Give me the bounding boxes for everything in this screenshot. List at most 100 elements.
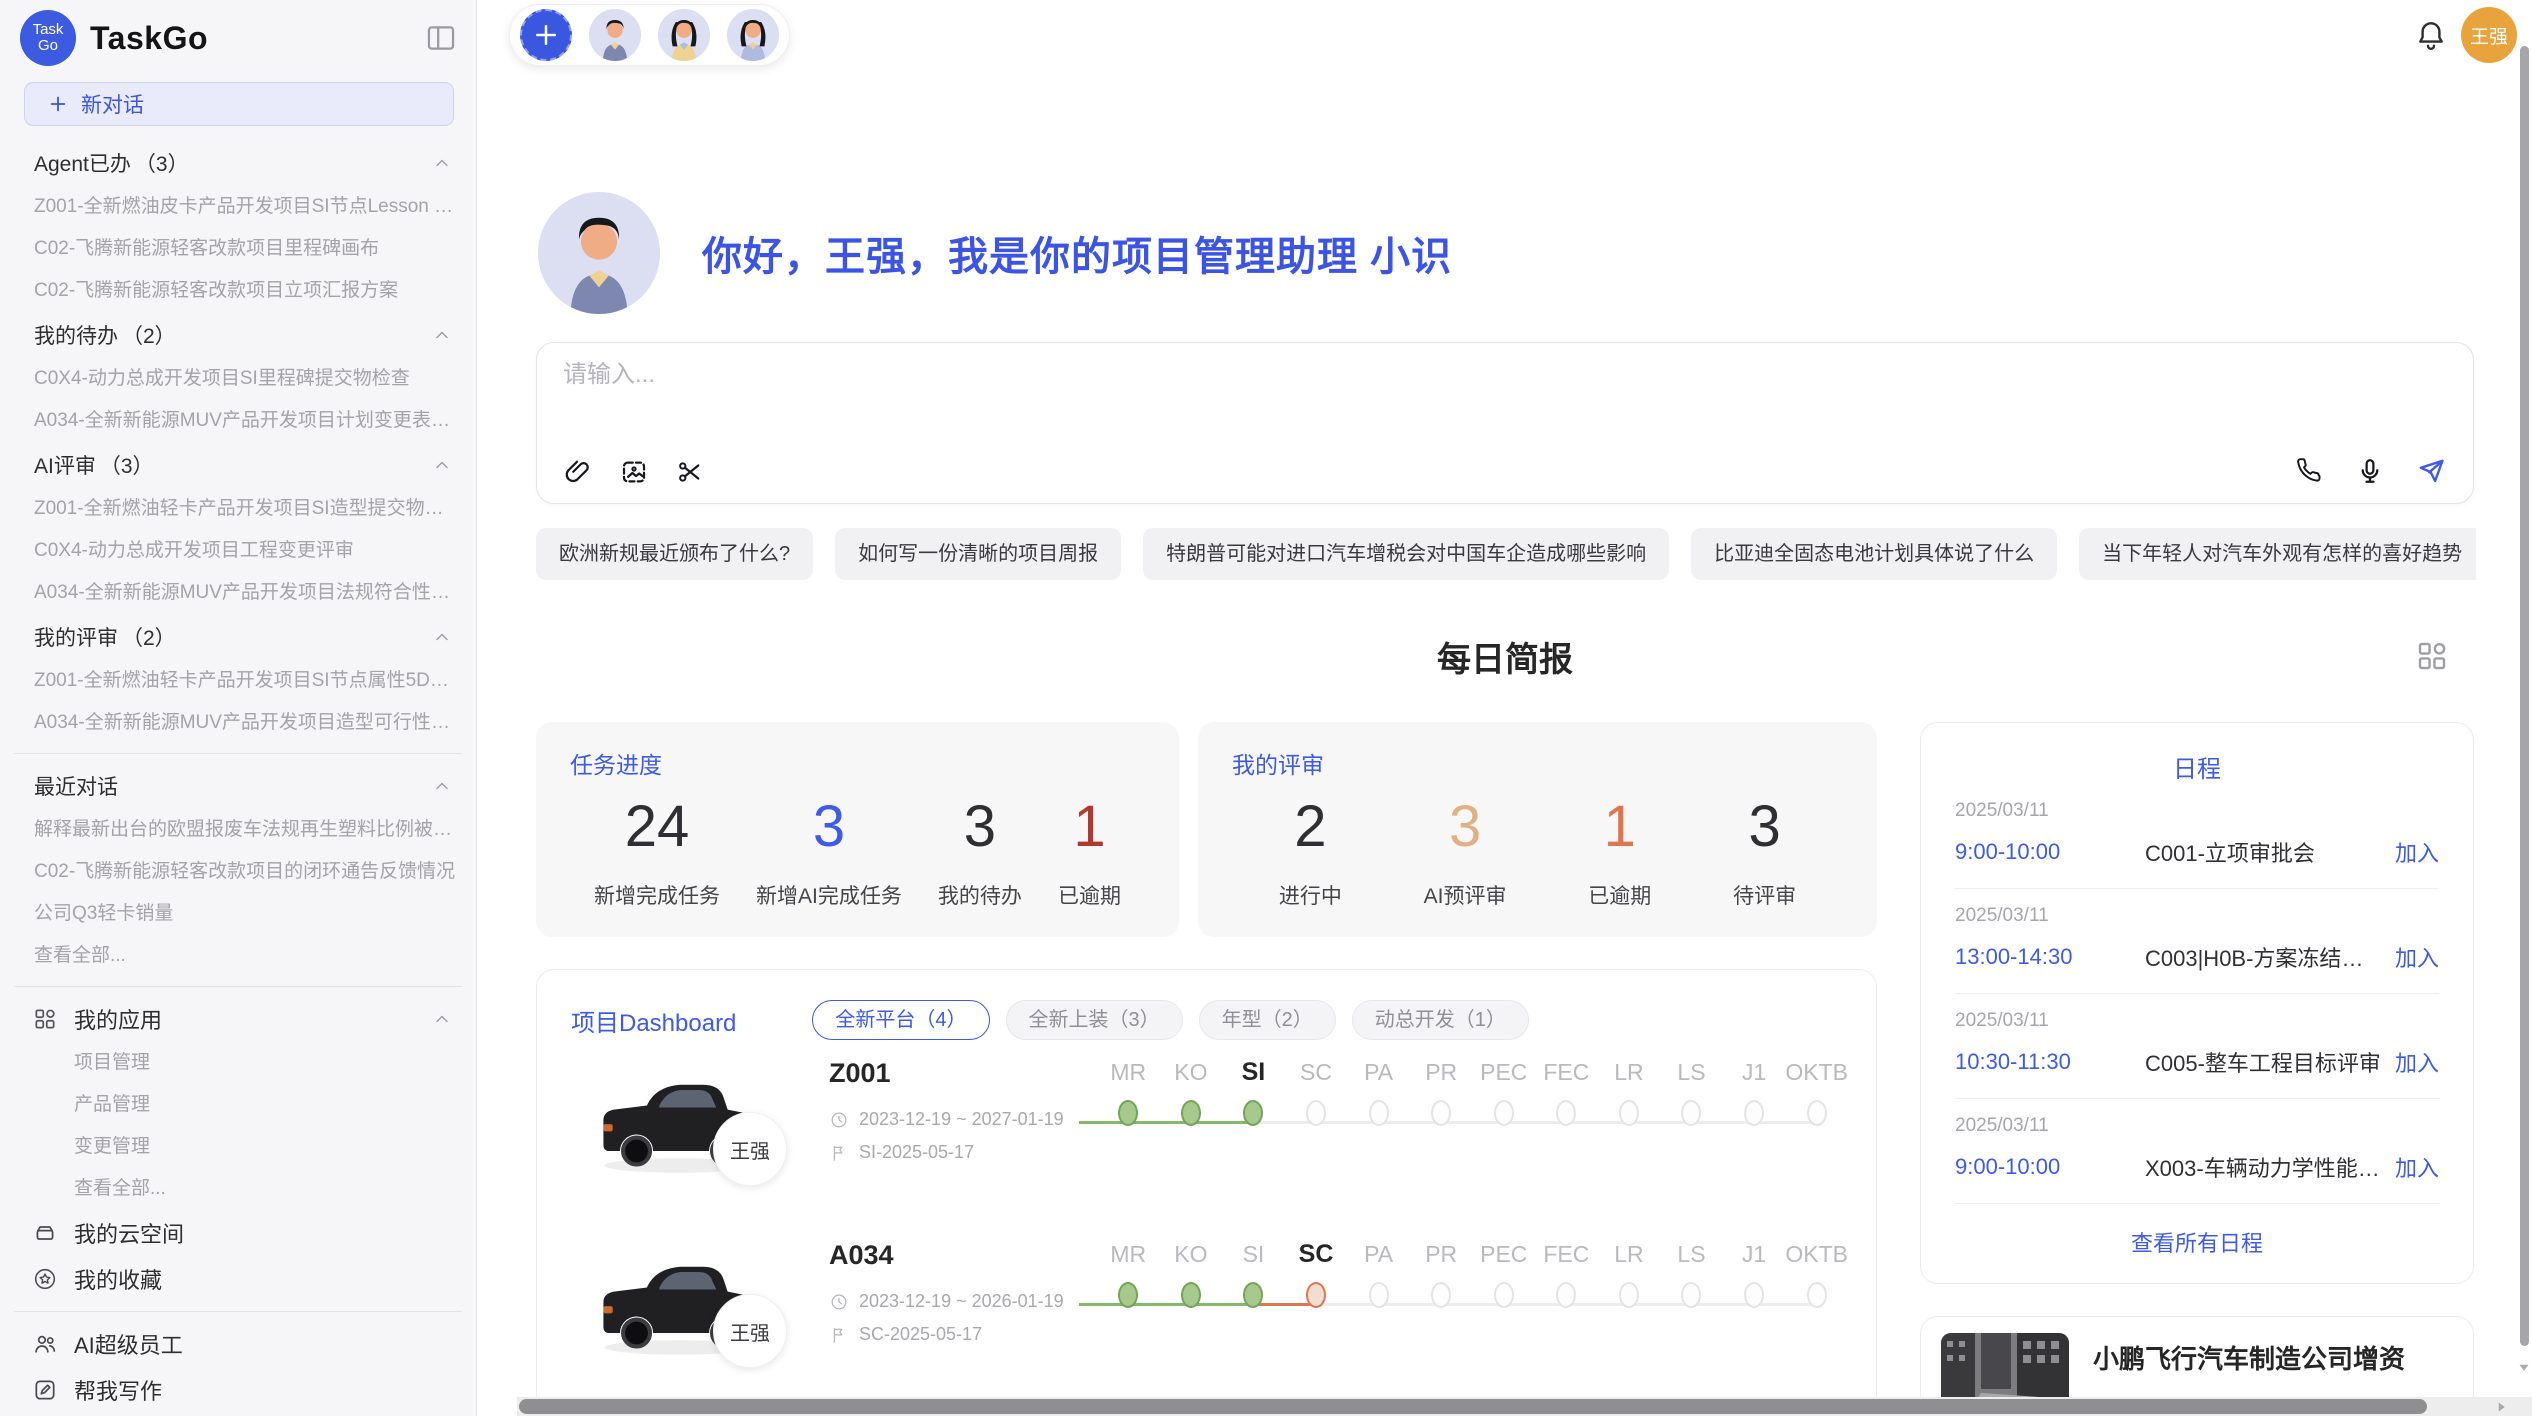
sidebar-sub-item[interactable]: 变更管理 bbox=[0, 1126, 476, 1168]
sidebar-item-tool-1[interactable]: 帮我写作 bbox=[0, 1367, 476, 1413]
milestone-track: MRKOSISCPAPRPECFECLRLSJ1OKTB bbox=[1097, 1234, 1848, 1406]
milestone-label: KO bbox=[1160, 1056, 1223, 1088]
sidebar-item[interactable]: C02-飞腾新能源轻客改款项目里程碑画布 bbox=[0, 228, 476, 270]
app-logo: Task Go bbox=[20, 10, 76, 66]
sidebar-item[interactable]: C0X4-动力总成开发项目SI里程碑提交物检查 bbox=[0, 358, 476, 400]
sidebar-item[interactable]: 解释最新出台的欧盟报废车法规再生塑料比例被调至15%... bbox=[0, 809, 476, 851]
chevron-up-icon bbox=[430, 774, 454, 798]
dashboard-tab-2[interactable]: 年型（2） bbox=[1199, 1000, 1336, 1040]
milestone-MR: MR bbox=[1097, 1238, 1160, 1406]
stat-value: 3 bbox=[1424, 796, 1507, 858]
sidebar-item-storage-1[interactable]: 我的收藏 bbox=[0, 1256, 476, 1302]
milestone-J1: J1 bbox=[1723, 1056, 1786, 1224]
sidebar-item[interactable]: A034-全新新能源MUV产品开发项目造型可行性评审 bbox=[0, 702, 476, 744]
milestone-PR: PR bbox=[1410, 1238, 1473, 1406]
dashboard-tab-0[interactable]: 全新平台（4） bbox=[812, 1000, 989, 1040]
milestone-label: J1 bbox=[1723, 1056, 1786, 1088]
vertical-scrollbar-thumb[interactable] bbox=[2520, 46, 2529, 1346]
attachment-icon[interactable] bbox=[563, 457, 593, 487]
vertical-scrollbar[interactable] bbox=[2517, 0, 2532, 1397]
sidebar-item[interactable]: 查看全部... bbox=[0, 935, 476, 977]
schedule-card: 日程 2025/03/119:00-10:00C001-立项审批会加入2025/… bbox=[1920, 722, 2474, 1284]
project-row-A034[interactable]: 王强A0342023-12-19 ~ 2026-01-19SC-2025-05-… bbox=[573, 1234, 1848, 1406]
user-avatar[interactable]: 王强 bbox=[2461, 7, 2517, 63]
sidebar-section-header-3[interactable]: 我的评审（2） bbox=[0, 614, 476, 660]
project-dashboard-card: 项目Dashboard 全新平台（4）全新上装（3）年型（2）动总开发（1） 王… bbox=[536, 969, 1877, 1416]
view-all-schedule-link[interactable]: 查看所有日程 bbox=[1955, 1204, 2439, 1280]
dashboard-tab-3[interactable]: 动总开发（1） bbox=[1352, 1000, 1529, 1040]
briefing-layout-grid-icon[interactable] bbox=[2414, 638, 2450, 674]
stat-label: 我的待办 bbox=[938, 880, 1022, 910]
suggestion-chip-2[interactable]: 特朗普可能对进口汽车增税会对中国车企造成哪些影响 bbox=[1143, 528, 1669, 580]
sidebar-item[interactable]: A034-全新新能源MUV产品开发项目法规符合性评审 bbox=[0, 572, 476, 614]
cloud-drive-icon bbox=[32, 1220, 58, 1246]
chat-input[interactable] bbox=[563, 361, 2447, 389]
screenshot-scissors-icon[interactable] bbox=[675, 457, 705, 487]
sidebar-item[interactable]: C02-飞腾新能源轻客改款项目立项汇报方案 bbox=[0, 270, 476, 312]
join-button[interactable]: 加入 bbox=[2395, 836, 2439, 868]
sidebar-section-header-0[interactable]: Agent已办（3） bbox=[0, 140, 476, 186]
new-chat-button[interactable]: 新对话 bbox=[24, 82, 454, 126]
sidebar-item[interactable]: Z001-全新燃油皮卡产品开发项目SI节点Lesson Learn报告 bbox=[0, 186, 476, 228]
milestone-label: FEC bbox=[1535, 1238, 1598, 1270]
milestone-label: LS bbox=[1660, 1056, 1723, 1088]
milestone-label: PR bbox=[1410, 1238, 1473, 1270]
schedule-event-0: 2025/03/119:00-10:00C001-立项审批会加入 bbox=[1955, 784, 2439, 889]
sidebar-item[interactable]: A034-全新新能源MUV产品开发项目计划变更表编写 bbox=[0, 400, 476, 442]
scroll-down-arrow-icon[interactable] bbox=[2515, 1358, 2532, 1376]
image-upload-icon[interactable] bbox=[619, 457, 649, 487]
session-avatar-3[interactable] bbox=[727, 9, 779, 61]
sidebar-sub-item[interactable]: 项目管理 bbox=[0, 1042, 476, 1084]
join-button[interactable]: 加入 bbox=[2395, 1046, 2439, 1078]
sidebar-item[interactable]: C0X4-动力总成开发项目工程变更评审 bbox=[0, 530, 476, 572]
microphone-icon[interactable] bbox=[2355, 456, 2385, 486]
sidebar-sub-item[interactable]: 产品管理 bbox=[0, 1084, 476, 1126]
sidebar-item[interactable]: 公司Q3轻卡销量 bbox=[0, 893, 476, 935]
sidebar-section-header-2[interactable]: AI评审（3） bbox=[0, 442, 476, 488]
join-button[interactable]: 加入 bbox=[2395, 941, 2439, 973]
stat-card-title: 任务进度 bbox=[570, 746, 1145, 780]
stat-item: 3AI预评审 bbox=[1424, 796, 1507, 910]
sidebar-item[interactable]: Z001-全新燃油轻卡产品开发项目SI造型提交物评审 bbox=[0, 488, 476, 530]
star-circle-icon bbox=[32, 1266, 58, 1292]
horizontal-scrollbar-thumb[interactable] bbox=[519, 1399, 2427, 1414]
sidebar-item-my-apps[interactable]: 我的应用 bbox=[0, 996, 476, 1042]
milestone-LR: LR bbox=[1598, 1238, 1661, 1406]
new-session-button[interactable] bbox=[520, 9, 572, 61]
suggestion-chip-3[interactable]: 比亚迪全固态电池计划具体说了什么 bbox=[1691, 528, 2057, 580]
suggestion-chip-4[interactable]: 当下年轻人对汽车外观有怎样的喜好趋势 bbox=[2079, 528, 2476, 580]
project-date-range: 2023-12-19 ~ 2027-01-19 bbox=[859, 1109, 1064, 1130]
sidebar-sub-item[interactable]: 查看全部... bbox=[0, 1168, 476, 1210]
session-avatar-1[interactable] bbox=[589, 9, 641, 61]
event-time: 10:30-11:30 bbox=[1955, 1049, 2113, 1075]
scroll-right-arrow-icon[interactable] bbox=[2492, 1398, 2510, 1416]
sidebar-section-header-1[interactable]: 我的待办（2） bbox=[0, 312, 476, 358]
sidebar-section-header-recent[interactable]: 最近对话 bbox=[0, 763, 476, 809]
notifications-bell-icon[interactable] bbox=[2413, 16, 2449, 54]
milestone-FEC: FEC bbox=[1535, 1238, 1598, 1406]
milestone-SI: SI bbox=[1222, 1238, 1285, 1406]
suggestion-chip-1[interactable]: 如何写一份清晰的项目周报 bbox=[835, 528, 1121, 580]
sidebar-item-label: 我的收藏 bbox=[74, 1263, 162, 1295]
milestone-label: PEC bbox=[1472, 1056, 1535, 1088]
milestone-label: OKTB bbox=[1785, 1238, 1848, 1270]
send-icon[interactable] bbox=[2415, 455, 2447, 487]
suggestion-chip-0[interactable]: 欧洲新规最近颁布了什么? bbox=[536, 528, 813, 580]
sidebar-item-storage-0[interactable]: 我的云空间 bbox=[0, 1210, 476, 1256]
sidebar-item[interactable]: Z001-全新燃油轻卡产品开发项目SI节点属性5D文件评审 bbox=[0, 660, 476, 702]
milestone-J1: J1 bbox=[1723, 1238, 1786, 1406]
flag-icon bbox=[829, 1143, 849, 1163]
dashboard-tab-1[interactable]: 全新上装（3） bbox=[1006, 1000, 1183, 1040]
voice-call-icon[interactable] bbox=[2295, 456, 2325, 486]
stat-item: 2进行中 bbox=[1279, 796, 1342, 910]
sidebar-item-tool-0[interactable]: AI超级员工 bbox=[0, 1321, 476, 1367]
project-row-Z001[interactable]: 王强Z0012023-12-19 ~ 2027-01-19SI-2025-05-… bbox=[573, 1052, 1848, 1224]
milestone-label: PEC bbox=[1472, 1238, 1535, 1270]
session-avatar-2[interactable] bbox=[658, 9, 710, 61]
sidebar-item[interactable]: C02-飞腾新能源轻客改款项目的闭环通告反馈情况 bbox=[0, 851, 476, 893]
milestone-SC: SC bbox=[1285, 1056, 1348, 1224]
sidebar-collapse-icon[interactable] bbox=[424, 21, 458, 55]
horizontal-scrollbar[interactable] bbox=[517, 1397, 2532, 1416]
stat-item: 1已逾期 bbox=[1588, 796, 1651, 910]
join-button[interactable]: 加入 bbox=[2395, 1151, 2439, 1183]
